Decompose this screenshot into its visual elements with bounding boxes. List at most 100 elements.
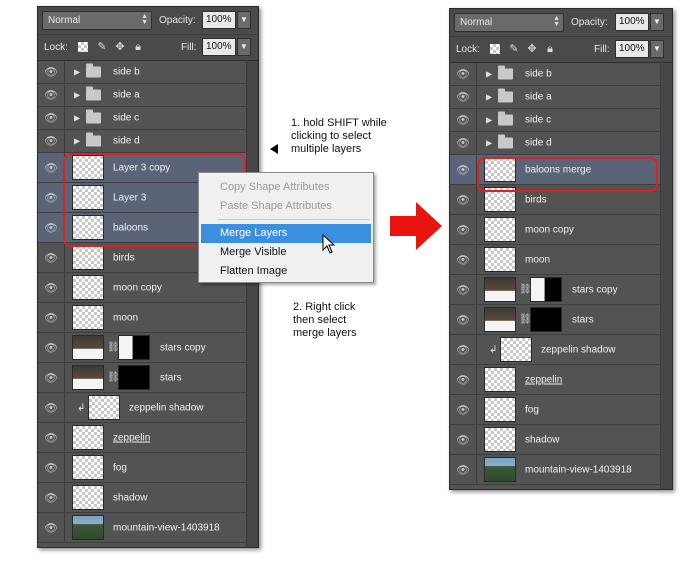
layer-row[interactable]: 👁︎ fog — [450, 395, 660, 425]
layer-row[interactable]: 👁︎ moon — [450, 245, 660, 275]
opacity-field[interactable]: 100% — [202, 11, 236, 29]
layer-row[interactable]: 👁︎ shadow — [38, 483, 246, 513]
visibility-eye-icon[interactable]: 👁︎ — [38, 453, 65, 482]
visibility-eye-icon[interactable]: 👁︎ — [450, 245, 477, 274]
visibility-eye-icon[interactable]: 👁︎ — [450, 155, 477, 184]
lock-move-icon[interactable]: ✥ — [114, 41, 126, 53]
layer-row[interactable]: 👁︎ mountain-view-1403918 — [38, 513, 246, 543]
layer-mask-thumbnail[interactable] — [530, 307, 562, 332]
scrollbar[interactable] — [660, 63, 672, 489]
visibility-eye-icon[interactable]: 👁︎ — [38, 84, 65, 106]
visibility-eye-icon[interactable]: 👁︎ — [38, 243, 65, 272]
link-chain-icon[interactable]: ⛓︎ — [519, 314, 532, 325]
layer-row[interactable]: 👁︎ ⛓︎ stars — [450, 305, 660, 335]
expand-triangle-icon[interactable]: ▶ — [74, 68, 80, 77]
visibility-eye-icon[interactable]: 👁︎ — [450, 455, 477, 484]
layer-row[interactable]: 👁︎ ▶ side a — [450, 86, 660, 109]
lock-transparent-icon[interactable] — [490, 44, 500, 54]
visibility-eye-icon[interactable]: 👁︎ — [38, 483, 65, 512]
layer-row[interactable]: 👁︎ ▶ side a — [38, 84, 246, 107]
fill-field[interactable]: 100% — [202, 38, 236, 56]
layer-row[interactable]: 👁︎ ⛓︎ stars copy — [450, 275, 660, 305]
visibility-eye-icon[interactable]: 👁︎ — [450, 109, 477, 131]
expand-triangle-icon[interactable]: ▶ — [486, 70, 492, 79]
layer-mask-thumbnail[interactable] — [118, 335, 150, 360]
lock-all-icon[interactable]: 🔒︎ — [132, 41, 144, 53]
layer-row[interactable]: 👁︎ ⛓︎ stars — [38, 363, 246, 393]
visibility-eye-icon[interactable]: 👁︎ — [450, 215, 477, 244]
visibility-eye-icon[interactable]: 👁︎ — [450, 395, 477, 424]
visibility-eye-icon[interactable]: 👁︎ — [450, 365, 477, 394]
visibility-eye-icon[interactable]: 👁︎ — [450, 275, 477, 304]
visibility-eye-icon[interactable]: 👁︎ — [38, 303, 65, 332]
opacity-dropdown-icon[interactable]: ▼ — [237, 11, 251, 29]
visibility-eye-icon[interactable]: 👁︎ — [38, 183, 65, 212]
layer-row[interactable]: 👁︎ shadow — [450, 425, 660, 455]
expand-triangle-icon[interactable]: ▶ — [74, 91, 80, 100]
visibility-eye-icon[interactable]: 👁︎ — [38, 107, 65, 129]
menu-item-merge-visible[interactable]: Merge Visible — [201, 243, 371, 262]
menu-item-paste-shape-attributes[interactable]: Paste Shape Attributes — [201, 197, 371, 216]
visibility-eye-icon[interactable]: 👁︎ — [450, 305, 477, 334]
visibility-eye-icon[interactable]: 👁︎ — [450, 425, 477, 454]
layer-row[interactable]: 👁︎ ▶ side d — [38, 130, 246, 153]
layer-mask-thumbnail[interactable] — [530, 277, 562, 302]
layer-mask-thumbnail[interactable] — [118, 365, 150, 390]
menu-item-merge-layers[interactable]: Merge Layers — [201, 224, 371, 243]
visibility-eye-icon[interactable]: 👁︎ — [450, 185, 477, 214]
expand-triangle-icon[interactable]: ▶ — [74, 114, 80, 123]
visibility-eye-icon[interactable]: 👁︎ — [38, 423, 65, 452]
visibility-eye-icon[interactable]: 👁︎ — [38, 61, 65, 83]
expand-triangle-icon[interactable]: ▶ — [486, 139, 492, 148]
fill-dropdown-icon[interactable]: ▼ — [237, 38, 251, 56]
visibility-eye-icon[interactable]: 👁︎ — [38, 213, 65, 242]
opacity-field[interactable]: 100% — [615, 13, 649, 31]
visibility-eye-icon[interactable]: 👁︎ — [450, 335, 477, 364]
layer-row[interactable]: 👁︎ moon — [38, 303, 246, 333]
link-chain-icon[interactable]: ⛓︎ — [519, 284, 532, 295]
visibility-eye-icon[interactable]: 👁︎ — [38, 273, 65, 302]
visibility-eye-icon[interactable]: 👁︎ — [450, 132, 477, 154]
visibility-eye-icon[interactable]: 👁︎ — [38, 363, 65, 392]
fill-field[interactable]: 100% — [615, 40, 649, 58]
visibility-eye-icon[interactable]: 👁︎ — [38, 513, 65, 542]
scrollbar[interactable] — [246, 61, 258, 547]
step1-line: clicking to select — [291, 130, 372, 142]
layer-row[interactable]: 👁︎ mountain-view-1403918 — [450, 455, 660, 485]
expand-triangle-icon[interactable]: ▶ — [486, 116, 492, 125]
lock-brush-icon[interactable]: ✎ — [508, 43, 520, 55]
layer-row[interactable]: 👁︎ moon copy — [450, 215, 660, 245]
layer-row[interactable]: 👁︎ ⛓︎ stars copy — [38, 333, 246, 363]
lock-transparent-icon[interactable] — [78, 42, 88, 52]
lock-all-icon[interactable]: 🔒︎ — [544, 43, 556, 55]
layer-row[interactable]: 👁︎ zeppelin — [38, 423, 246, 453]
link-chain-icon[interactable]: ⛓︎ — [107, 342, 120, 353]
menu-item-flatten-image[interactable]: Flatten Image — [201, 262, 371, 281]
visibility-eye-icon[interactable]: 👁︎ — [38, 153, 65, 182]
visibility-eye-icon[interactable]: 👁︎ — [38, 130, 65, 152]
layer-row[interactable]: 👁︎ ▶ side d — [450, 132, 660, 155]
layer-row[interactable]: 👁︎ fog — [38, 453, 246, 483]
visibility-eye-icon[interactable]: 👁︎ — [450, 63, 477, 85]
opacity-dropdown-icon[interactable]: ▼ — [650, 13, 664, 31]
layer-row[interactable]: 👁︎ ▶ side b — [38, 61, 246, 84]
layer-row[interactable]: 👁︎ zeppelin — [450, 365, 660, 395]
layer-row[interactable]: 👁︎ ▶ side c — [38, 107, 246, 130]
blend-mode-value: Normal — [460, 17, 493, 28]
layer-row[interactable]: 👁︎ ↲ zeppelin shadow — [450, 335, 660, 365]
link-chain-icon[interactable]: ⛓︎ — [107, 372, 120, 383]
expand-triangle-icon[interactable]: ▶ — [74, 137, 80, 146]
fill-dropdown-icon[interactable]: ▼ — [650, 40, 664, 58]
blend-mode-select[interactable]: Normal ▲ ▼ — [454, 13, 564, 32]
layer-row[interactable]: 👁︎ ↲ zeppelin shadow — [38, 393, 246, 423]
lock-move-icon[interactable]: ✥ — [526, 43, 538, 55]
visibility-eye-icon[interactable]: 👁︎ — [450, 86, 477, 108]
layer-row[interactable]: 👁︎ ▶ side c — [450, 109, 660, 132]
visibility-eye-icon[interactable]: 👁︎ — [38, 333, 65, 362]
menu-item-copy-shape-attributes[interactable]: Copy Shape Attributes — [201, 178, 371, 197]
blend-mode-select[interactable]: Normal ▲ ▼ — [42, 11, 152, 30]
visibility-eye-icon[interactable]: 👁︎ — [38, 393, 65, 422]
layer-row[interactable]: 👁︎ ▶ side b — [450, 63, 660, 86]
lock-brush-icon[interactable]: ✎ — [96, 41, 108, 53]
expand-triangle-icon[interactable]: ▶ — [486, 93, 492, 102]
